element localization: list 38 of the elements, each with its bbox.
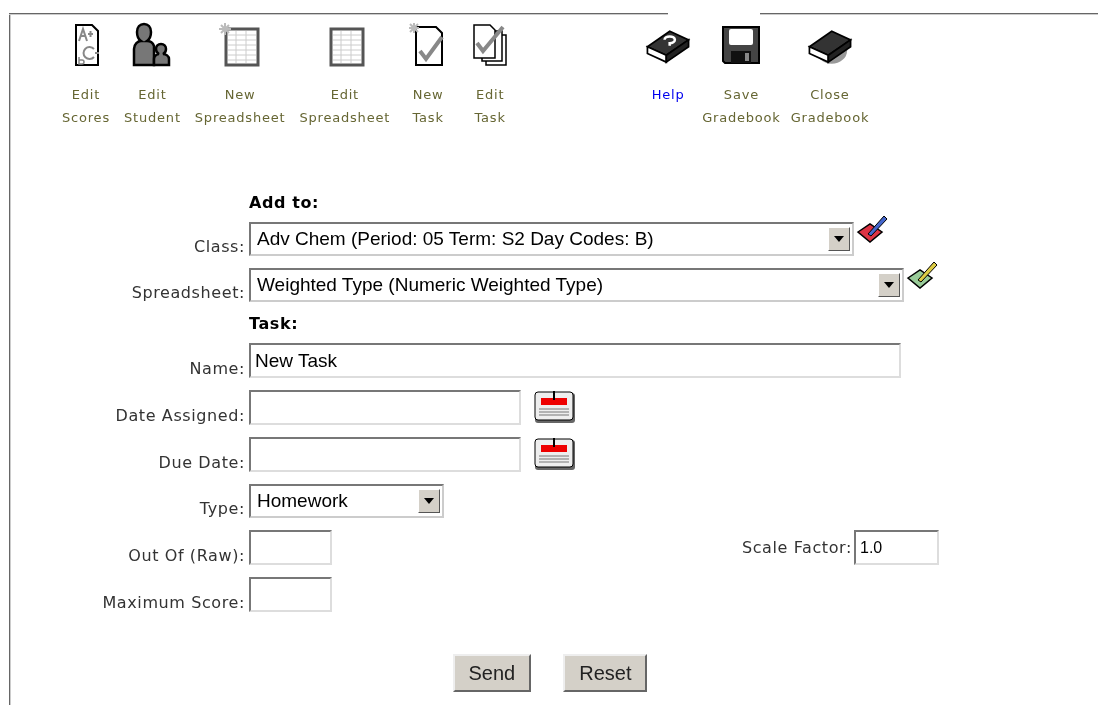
field-label: Out Of (Raw): <box>127 546 245 565</box>
out-of-input[interactable] <box>249 530 332 565</box>
caret-icon <box>884 282 894 288</box>
field-label: Maximum Score: <box>101 593 245 612</box>
caret-icon <box>834 236 844 242</box>
field-label: Spreadsheet: <box>130 283 245 302</box>
toolbar-link[interactable]: Help <box>644 21 693 129</box>
spreadsheet-dropdown[interactable]: Weighted Type (Numeric Weighted Type) <box>249 268 904 302</box>
field-label: Due Date: <box>157 453 245 472</box>
date-input[interactable] <box>249 390 521 425</box>
section-heading: Add to: <box>249 193 321 212</box>
toolbar-button[interactable]: Edit Spreadsheet <box>299 21 391 129</box>
calendar-icon[interactable] <box>533 437 577 471</box>
scale-factor-input[interactable]: 1.0 <box>854 530 939 565</box>
field-label: Type: <box>198 499 245 518</box>
toolbar-button[interactable]: Close Gradebook <box>790 21 870 129</box>
calendar-icon[interactable] <box>533 390 577 424</box>
field-label: Name: <box>188 359 245 378</box>
caret-icon <box>424 498 434 504</box>
maximum-score-input[interactable] <box>249 577 332 612</box>
field-label: Scale Factor: <box>741 538 852 557</box>
toolbar-button[interactable]: New Task <box>404 21 453 129</box>
toolbar-button[interactable]: New Spreadsheet <box>194 21 286 129</box>
edit-pencil-icon[interactable] <box>856 214 888 246</box>
name-input[interactable]: New Task <box>249 343 901 378</box>
field-label: Date Assigned: <box>114 406 245 425</box>
toolbar-button[interactable]: Edit Scores <box>62 21 110 129</box>
edit-pencil-icon[interactable] <box>906 260 938 292</box>
class-dropdown[interactable]: Adv Chem (Period: 05 Term: S2 Day Codes: B) <box>249 222 854 256</box>
toolbar-button[interactable]: Edit Student <box>124 21 181 129</box>
section-heading: Task: <box>249 314 300 333</box>
reset-button[interactable]: Reset <box>563 654 648 692</box>
date-input[interactable] <box>249 437 521 472</box>
toolbar-button[interactable]: Save Gradebook <box>702 21 781 129</box>
type-dropdown[interactable]: Homework <box>249 484 444 518</box>
send-button[interactable]: Send <box>452 654 532 692</box>
field-label: Class: <box>192 237 245 256</box>
toolbar-button[interactable]: Edit Task <box>466 21 515 129</box>
